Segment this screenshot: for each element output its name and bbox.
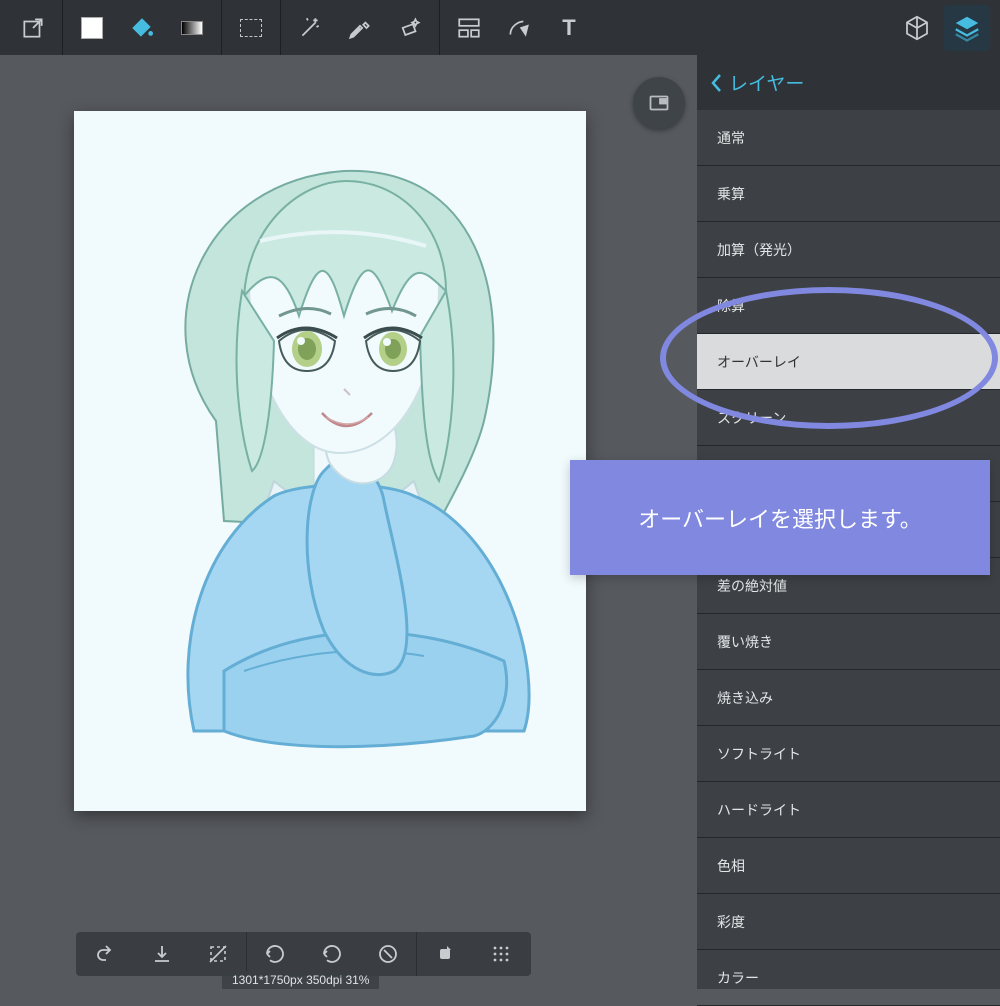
blend-mode-item-normal[interactable]: 通常: [697, 110, 1000, 166]
layers-icon: [952, 13, 982, 43]
magic-wand-icon: [297, 15, 323, 41]
panels-icon: [456, 15, 482, 41]
annotation-callout: オーバーレイを選択します。: [570, 460, 990, 575]
redo-button[interactable]: [304, 942, 360, 966]
minimap-icon: [647, 91, 671, 115]
export-icon: [20, 15, 46, 41]
toolbar-divider: [221, 0, 222, 55]
magic-wand-button[interactable]: [285, 0, 335, 55]
blend-mode-item-screen[interactable]: スクリーン: [697, 390, 1000, 446]
grid-button[interactable]: [473, 942, 529, 966]
blend-mode-item-softlight[interactable]: ソフトライト: [697, 726, 1000, 782]
toolbar-divider: [439, 0, 440, 55]
text-tool-button[interactable]: T: [544, 0, 594, 55]
deselect-button[interactable]: [190, 942, 246, 966]
curve-pointer-icon: [506, 15, 532, 41]
canvas-status: 1301*1750px 350dpi 31%: [222, 971, 379, 989]
reset-rotation-button[interactable]: [360, 942, 416, 966]
canvas-artwork: [74, 111, 586, 811]
blend-mode-item-overlay[interactable]: オーバーレイ: [697, 334, 1000, 390]
gradient-button[interactable]: [167, 0, 217, 55]
curve-pointer-button[interactable]: [494, 0, 544, 55]
blend-mode-item-color[interactable]: カラー: [697, 950, 1000, 1006]
side-panel-header[interactable]: レイヤー: [697, 55, 1000, 110]
canvas-bottom-toolbar: [76, 932, 531, 976]
layers-panel-button[interactable]: [942, 0, 992, 55]
download-button[interactable]: [134, 942, 190, 966]
foreground-color-button[interactable]: [67, 0, 117, 55]
toolbar-divider: [280, 0, 281, 55]
eyedropper-icon: [347, 15, 373, 41]
gradient-icon: [181, 21, 203, 35]
text-icon: T: [562, 15, 575, 41]
annotation-callout-text: オーバーレイを選択します。: [638, 502, 922, 534]
transform-button[interactable]: [417, 942, 473, 966]
blend-mode-item-hardlight[interactable]: ハードライト: [697, 782, 1000, 838]
blend-mode-item-burn[interactable]: 焼き込み: [697, 670, 1000, 726]
redo-icon: [320, 942, 344, 966]
blend-mode-item-hue[interactable]: 色相: [697, 838, 1000, 894]
rotate-icon: [94, 942, 118, 966]
rectangular-select-icon: [240, 19, 262, 37]
transform-icon: [433, 942, 457, 966]
panels-button[interactable]: [444, 0, 494, 55]
magic-eraser-icon: [397, 15, 423, 41]
fill-bucket-icon: [129, 15, 155, 41]
eyedropper-button[interactable]: [335, 0, 385, 55]
undo-icon: [263, 942, 287, 966]
fill-bucket-button[interactable]: [117, 0, 167, 55]
blend-mode-item-multiply[interactable]: 乗算: [697, 166, 1000, 222]
rotate-button[interactable]: [78, 942, 134, 966]
back-chevron-icon: [709, 72, 723, 94]
download-icon: [150, 942, 174, 966]
toolbar-divider: [62, 0, 63, 55]
undo-button[interactable]: [247, 942, 303, 966]
side-panel-title: レイヤー: [729, 69, 804, 96]
rectangular-select-button[interactable]: [226, 0, 276, 55]
blend-mode-item-divide[interactable]: 除算: [697, 278, 1000, 334]
top-toolbar: T: [0, 0, 1000, 55]
canvas[interactable]: [74, 111, 586, 811]
export-button[interactable]: [8, 0, 58, 55]
minimap-button[interactable]: [633, 77, 685, 129]
color-square-icon: [81, 17, 103, 39]
reset-rotation-icon: [376, 942, 400, 966]
blend-mode-item-add-glow[interactable]: 加算（発光）: [697, 222, 1000, 278]
blend-mode-item-dodge[interactable]: 覆い焼き: [697, 614, 1000, 670]
materials-panel-button[interactable]: [892, 0, 942, 55]
magic-eraser-button[interactable]: [385, 0, 435, 55]
blend-mode-item-saturation[interactable]: 彩度: [697, 894, 1000, 950]
grid-icon: [489, 942, 513, 966]
materials-icon: [902, 13, 932, 43]
deselect-icon: [206, 942, 230, 966]
